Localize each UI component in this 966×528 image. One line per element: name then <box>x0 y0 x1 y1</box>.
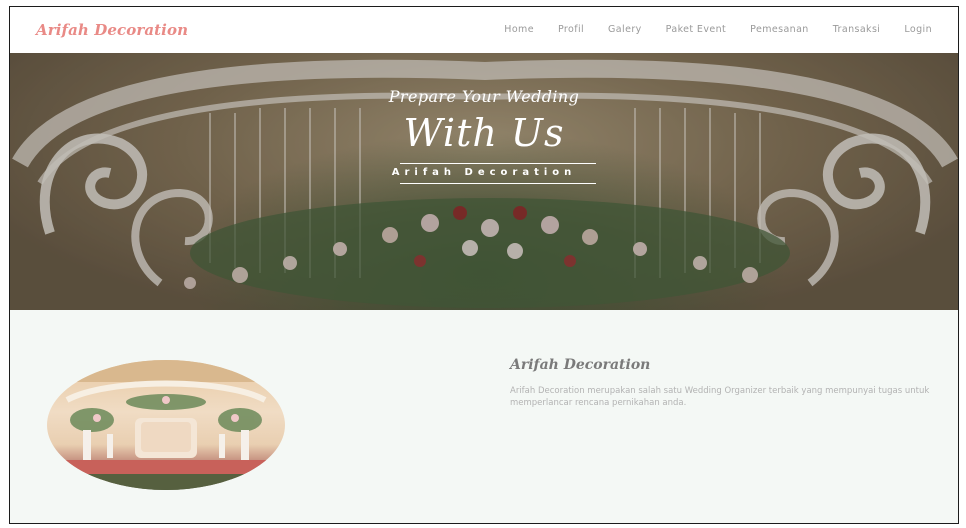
hero-heading: With Us <box>403 111 565 155</box>
brand-logo[interactable]: Arifah Decoration <box>36 21 188 39</box>
nav-login[interactable]: Login <box>904 24 932 35</box>
about-section: Arifah Decoration Arifah Decoration meru… <box>10 310 958 523</box>
nav-transaksi[interactable]: Transaksi <box>833 24 881 35</box>
about-title: Arifah Decoration <box>510 357 651 373</box>
hero-divider-bottom <box>400 183 596 184</box>
nav-pemesanan[interactable]: Pemesanan <box>750 24 809 35</box>
hero-subtitle: Arifah Decoration <box>391 167 577 178</box>
navbar: Arifah Decoration Home Profil Galery Pak… <box>10 7 958 53</box>
hero-tagline: Prepare Your Wedding <box>388 87 580 106</box>
decoration-photo-image <box>47 360 285 490</box>
nav-home[interactable]: Home <box>504 24 534 35</box>
nav-paket-event[interactable]: Paket Event <box>666 24 727 35</box>
nav-profil[interactable]: Profil <box>558 24 584 35</box>
about-photo <box>47 360 285 490</box>
nav-galery[interactable]: Galery <box>608 24 642 35</box>
hero-banner: Prepare Your Wedding With Us Arifah Deco… <box>10 53 958 310</box>
nav-links: Home Profil Galery Paket Event Pemesanan… <box>504 24 932 35</box>
about-description: Arifah Decoration merupakan salah satu W… <box>510 386 930 408</box>
browser-page: Arifah Decoration Home Profil Galery Pak… <box>9 6 959 524</box>
hero-divider-top <box>400 163 596 164</box>
